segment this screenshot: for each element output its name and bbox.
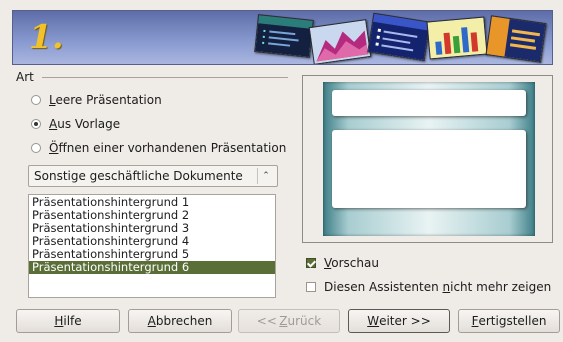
dark-slide-thumbnail-icon [254, 14, 314, 58]
help-button[interactable]: Hilfe [16, 309, 120, 333]
preview-checkbox-label: Vorschau [324, 256, 379, 270]
step-number: 1. [29, 17, 64, 56]
radio-open-existing[interactable]: Öffnen einer vorhandenen Präsentation [31, 141, 286, 155]
template-category-value: Sonstige geschäftliche Dokumente [34, 169, 243, 183]
finish-button[interactable]: Fertigstellen [458, 309, 560, 333]
template-category-select[interactable]: Sonstige geschäftliche Dokumente ⌃ [28, 165, 278, 187]
next-button[interactable]: Weiter >> [348, 309, 450, 333]
updown-arrow-icon[interactable]: ⌃ [257, 168, 274, 184]
radio-from-template[interactable]: Aus Vorlage [31, 117, 120, 131]
radio-empty-presentation-label: Leere Präsentation [49, 93, 162, 107]
radio-open-existing-label: Öffnen einer vorhandenen Präsentation [49, 141, 287, 155]
preview-slide-title-box [332, 90, 526, 116]
art-group-line [42, 77, 288, 78]
list-item-selected[interactable]: Präsentationshintergrund 6 [29, 261, 275, 274]
preview-panel [302, 75, 553, 243]
radio-open-existing-indicator[interactable] [31, 143, 41, 153]
template-list[interactable]: Präsentationshintergrund 1 Präsentations… [28, 194, 276, 298]
preview-slide [323, 82, 535, 236]
radio-empty-presentation-indicator[interactable] [31, 95, 41, 105]
striped-slide-thumbnail-icon [485, 15, 547, 63]
dont-show-wizard-label: Diesen Assistenten nicht mehr zeigen [324, 280, 552, 294]
cancel-button[interactable]: Abbrechen [128, 309, 232, 333]
wizard-banner: 1. [12, 10, 553, 65]
preview-checkbox[interactable] [306, 258, 316, 268]
preview-checkbox-row[interactable]: Vorschau [306, 256, 379, 270]
back-button[interactable]: << Zurück [238, 309, 340, 333]
bar-chart-thumbnail-icon [426, 16, 488, 60]
radio-from-template-indicator[interactable] [31, 119, 41, 129]
radio-empty-presentation[interactable]: Leere Präsentation [31, 93, 162, 107]
radio-from-template-label: Aus Vorlage [49, 117, 121, 131]
preview-slide-body-box [332, 130, 526, 208]
art-group-label: Art [16, 70, 34, 84]
mountain-chart-thumbnail-icon [308, 19, 372, 64]
bullet-list-thumbnail-icon [367, 12, 431, 62]
dont-show-wizard-checkbox-row[interactable]: Diesen Assistenten nicht mehr zeigen [306, 280, 551, 294]
dont-show-wizard-checkbox[interactable] [306, 282, 316, 292]
